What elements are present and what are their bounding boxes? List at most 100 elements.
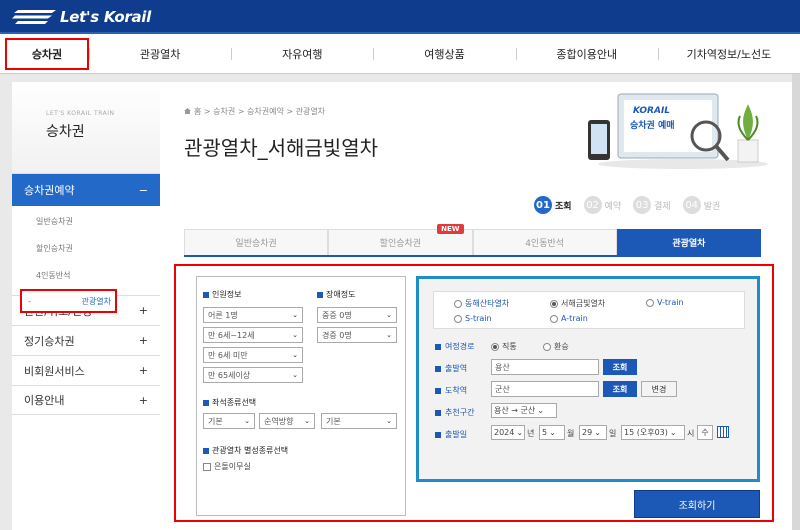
- passenger-title: 인원정보: [203, 289, 241, 300]
- nav-guide[interactable]: 종합이용안내: [515, 34, 658, 73]
- checkbox-box[interactable]: [203, 462, 211, 471]
- page-title: 관광열차_서해금빛열차: [184, 136, 378, 160]
- radio-direct[interactable]: 직통: [491, 341, 517, 352]
- submenu-four-seat[interactable]: 4인동반석: [12, 262, 160, 289]
- sidebar-item-label: 이용안내: [24, 394, 65, 407]
- house-icon[interactable]: [184, 108, 191, 114]
- year-unit: 년: [527, 429, 535, 438]
- arrival-label: 도착역: [435, 385, 467, 396]
- date-label: 출발일: [435, 429, 467, 440]
- chevron-down-icon: ⌄: [537, 406, 544, 415]
- step-label: 발권: [703, 201, 721, 212]
- child-select[interactable]: 만 6세~12세 ⌄: [203, 327, 303, 343]
- radio-circle[interactable]: [550, 314, 558, 323]
- select-value: 2024: [494, 428, 515, 437]
- breadcrumb: 홈 > 승차권 > 승차권예약 > 관광열차: [184, 106, 325, 117]
- seat-type-select[interactable]: 기본 ⌄: [203, 413, 255, 429]
- chevron-down-icon: ⌄: [386, 417, 392, 425]
- hour-select[interactable]: 15 (오후03) ⌄: [621, 425, 685, 440]
- sidebar-item-reservation[interactable]: 승차권예약 −: [12, 174, 160, 206]
- recommend-route-select[interactable]: 용산 → 군산 ⌄: [491, 403, 557, 418]
- nav-station-info[interactable]: 기차역정보/노선도: [657, 34, 800, 73]
- nav-ticket[interactable]: 승차권: [5, 38, 89, 70]
- chevron-down-icon: ⌄: [386, 331, 392, 339]
- global-nav: 승차권 관광열차 자유여행 여행상품 종합이용안내 기차역정보/노선도: [0, 34, 800, 74]
- disability-title: 장애정도: [317, 289, 355, 300]
- nav-free-travel[interactable]: 자유여행: [231, 34, 373, 73]
- step-issue: 04 발권: [682, 196, 721, 214]
- chevron-down-icon: ⌄: [516, 428, 524, 437]
- adult-select[interactable]: 어른 1명 ⌄: [203, 307, 303, 323]
- radio-circle[interactable]: [543, 342, 551, 351]
- chevron-down-icon: ⌄: [292, 311, 298, 319]
- sidebar-item-season-ticket[interactable]: 정기승차권 +: [12, 325, 160, 355]
- sidebar-header: LET'S KORAIL TRAIN 승차권: [12, 82, 160, 174]
- korail-logo[interactable]: Let's Korail: [12, 6, 151, 28]
- plus-icon: +: [138, 304, 148, 317]
- seat-direction-select[interactable]: 순역방향 ⌄: [259, 413, 315, 429]
- submit-search-button[interactable]: 조회하기: [634, 490, 760, 518]
- chevron-down-icon: ⌄: [549, 428, 556, 437]
- radio-a-train[interactable]: A-train: [550, 314, 588, 323]
- radio-circle[interactable]: [550, 299, 558, 308]
- section-label: 좌석종류선택: [212, 398, 257, 407]
- tour-option-checkbox[interactable]: 은돌이무실: [203, 461, 251, 472]
- recommend-label: 추천구간: [435, 407, 474, 418]
- radio-circle[interactable]: [491, 342, 499, 351]
- bullet-icon: [203, 399, 209, 406]
- radio-label: 동해산타열차: [465, 299, 510, 308]
- year-select[interactable]: 2024 ⌄: [491, 425, 525, 440]
- tour-option-title: 관광열차 별성종류선택: [203, 445, 288, 456]
- nav-tour-train[interactable]: 관광열차: [89, 34, 231, 73]
- submenu-tour-train[interactable]: - 관광열차: [20, 289, 117, 313]
- tab-discount-ticket[interactable]: 할인승차권 NEW: [328, 224, 473, 255]
- submenu-discount-ticket[interactable]: 할인승차권: [12, 235, 160, 262]
- sidebar-item-label: 비회원서비스: [24, 364, 85, 378]
- train-type-group: 동해산타열차 서해금빛열차 V-train S-train A-train: [433, 291, 745, 329]
- arrival-search-button[interactable]: 조회: [603, 381, 637, 397]
- radio-donghae-santa[interactable]: 동해산타열차: [454, 298, 509, 309]
- tab-general-ticket[interactable]: 일반승차권: [184, 229, 329, 255]
- step-search: 01 조회: [534, 196, 572, 214]
- seat-title: 좌석종류선택: [203, 397, 256, 408]
- calendar-icon[interactable]: [717, 426, 729, 438]
- logo-text: Let's Korail: [60, 8, 151, 26]
- select-value: 만 6세 미만: [208, 350, 248, 360]
- seat-position-select[interactable]: 기본 ⌄: [321, 413, 397, 429]
- radio-circle[interactable]: [646, 298, 654, 307]
- top-header: Let's Korail: [0, 0, 800, 34]
- submenu-general-ticket[interactable]: 일반승차권: [12, 208, 160, 235]
- severe-disability-select[interactable]: 중증 0명 ⌄: [317, 307, 397, 323]
- radio-seohae-geumbit[interactable]: 서해금빛열차: [550, 298, 605, 309]
- dash-icon: -: [28, 296, 31, 306]
- radio-label: S-train: [465, 314, 492, 323]
- senior-select[interactable]: 만 65세이상 ⌄: [203, 367, 303, 383]
- tab-tour-train[interactable]: 관광열차: [616, 229, 761, 255]
- radio-s-train[interactable]: S-train: [454, 314, 492, 323]
- radio-circle[interactable]: [454, 299, 462, 308]
- day-select[interactable]: 29 ⌄: [579, 425, 607, 440]
- sidebar-item-guide[interactable]: 이용안내 +: [12, 385, 160, 415]
- select-value: 경증 0명: [322, 330, 352, 340]
- mild-disability-select[interactable]: 경증 0명 ⌄: [317, 327, 397, 343]
- tab-label: 할인승차권: [379, 239, 422, 249]
- chevron-down-icon: ⌄: [292, 351, 298, 359]
- nav-travel-product[interactable]: 여행상품: [373, 34, 515, 73]
- sidebar: LET'S KORAIL TRAIN 승차권 승차권예약 − 일반승차권 할인승…: [12, 82, 160, 530]
- select-value: 어른 1명: [208, 310, 238, 320]
- bullet-icon: [435, 343, 441, 350]
- radio-circle[interactable]: [454, 314, 462, 323]
- route-label: 여정경로: [435, 341, 474, 352]
- arrival-input[interactable]: 군산: [491, 381, 599, 397]
- radio-transfer[interactable]: 환승: [543, 341, 569, 352]
- month-select[interactable]: 5 ⌄: [539, 425, 565, 440]
- radio-v-train[interactable]: V-train: [646, 298, 684, 307]
- route-panel: 동해산타열차 서해금빛열차 V-train S-train A-train 여정…: [416, 276, 760, 482]
- departure-input[interactable]: 용산: [491, 359, 599, 375]
- infant-select[interactable]: 만 6세 미만 ⌄: [203, 347, 303, 363]
- tab-four-seat[interactable]: 4인동반석: [472, 229, 617, 255]
- field-label: 도착역: [445, 386, 468, 395]
- departure-search-button[interactable]: 조회: [603, 359, 637, 375]
- swap-stations-button[interactable]: 변경: [641, 381, 677, 397]
- sidebar-item-guest-service[interactable]: 비회원서비스 +: [12, 355, 160, 385]
